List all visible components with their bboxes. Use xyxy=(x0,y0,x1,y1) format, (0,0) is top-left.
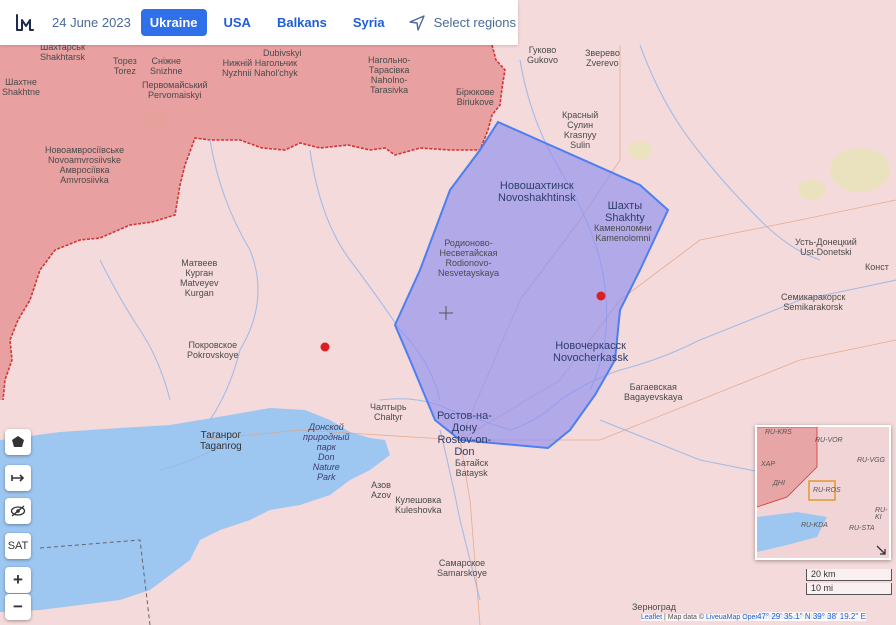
zoom-out-button[interactable]: − xyxy=(5,594,31,620)
scale-bar-mi: 10 mi xyxy=(806,583,892,595)
place-label-ust-donetski: Усть-Донецкий Ust-Donetski xyxy=(795,237,857,257)
eye-slash-icon xyxy=(10,505,26,517)
place-label-bataysk: Батайск Bataysk xyxy=(455,458,489,478)
minimap-label: RU-STA xyxy=(849,525,875,532)
place-label-nyzhnii-naholchyk: Нижній Нагольчик Nyzhnii Nahol'chyk xyxy=(222,58,298,78)
place-label-torez: Торез Torez xyxy=(113,56,137,76)
place-label-matveyev-kurgan: Матвеев Курган Matveyev Kurgan xyxy=(180,258,219,298)
place-label-taganrog: Таганрог Taganrog xyxy=(200,430,242,452)
top-bar: 24 June 2023 Ukraine USA Balkans Syria S… xyxy=(0,0,518,45)
minimap-label: RU-VGG xyxy=(857,457,885,464)
place-label-zernograd: Зерноград xyxy=(632,602,676,612)
event-marker[interactable] xyxy=(596,291,606,301)
cursor-coordinates: 47° 29' 35.1'' N 39° 38' 19.2'' E xyxy=(757,612,866,621)
minimap-label: RU-ROS xyxy=(813,487,841,494)
place-label-don-nature-park: Донской природный парк Don Nature Park xyxy=(303,422,350,482)
place-label-pervomaiskyi: Первомайський Pervomaiskyi xyxy=(142,80,208,100)
tab-balkans[interactable]: Balkans xyxy=(268,9,336,36)
tab-syria[interactable]: Syria xyxy=(344,9,394,36)
scale-bar-km: 20 km xyxy=(806,569,892,581)
event-marker[interactable] xyxy=(320,342,330,352)
place-label-shakhty: Шахты Shakhty xyxy=(605,200,645,224)
place-label-snizhne: Сніжне Snizhne xyxy=(150,56,183,76)
place-label-semikarakorsk: Семикаракорск Semikarakorsk xyxy=(781,292,846,312)
select-regions-label: Select regions xyxy=(433,15,517,30)
zoom-in-button[interactable]: + xyxy=(5,567,31,593)
layers-icon xyxy=(12,436,24,447)
attribution-text: | Map data © xyxy=(662,614,706,621)
layers-button[interactable] xyxy=(5,429,31,455)
minimap-label: RU-KRS xyxy=(765,429,792,436)
liveuamap-link[interactable]: LiveuaMap xyxy=(706,614,740,621)
minimap-label: RU-KDA xyxy=(801,522,828,529)
place-label-chaltyr: Чалтырь Chaltyr xyxy=(370,402,407,422)
toggle-panel-button[interactable] xyxy=(5,465,31,491)
minimap-collapse-icon[interactable] xyxy=(876,545,886,555)
minimap-label: ХАР xyxy=(761,461,776,468)
liveuamap-logo-icon[interactable] xyxy=(14,12,36,34)
leaflet-link[interactable]: Leaflet xyxy=(641,614,662,621)
place-label-konst: Конст xyxy=(865,262,889,272)
place-label-biriukove: Бірюкове Biriukove xyxy=(456,87,495,107)
place-label-samarskoye: Самарское Samarskoye xyxy=(437,558,488,578)
place-label-shakhtarsk: Шахтарськ Shakhtarsk xyxy=(40,42,86,62)
place-label-rodionovo: Родионово- Несветайская Rodionovo- Nesvetay… xyxy=(438,238,500,278)
place-label-pokrovskoye: Покровское Pokrovskoye xyxy=(187,340,239,360)
place-label-gukovo: Гуково Gukovo xyxy=(527,45,559,65)
place-label-krasny-sulin: Красный Сулин Krasnyy Sulin xyxy=(562,110,599,150)
place-label-azov: Азов Azov xyxy=(371,480,392,500)
select-regions-button[interactable]: Select regions xyxy=(408,14,516,32)
minimap-label: RU-KI xyxy=(875,507,888,521)
place-label-zverevo: Зверево Zverevo xyxy=(585,48,620,68)
place-label-shakhtne: Шахтне Shakhtne xyxy=(2,77,41,97)
arrows-icon xyxy=(11,474,25,482)
tab-usa[interactable]: USA xyxy=(215,9,260,36)
place-label-kamenolomni: Каменоломни Kamenolomni xyxy=(594,223,652,243)
minimap[interactable]: RU-KRS RU-VOR ХАР RU-VGG ДНІ RU-ROS RU-K… xyxy=(755,425,891,560)
place-label-novocherkassk: Новочеркасск Novocherkassk xyxy=(553,340,629,364)
place-label-novoamvrosiivske: Новоамвросіївське Novoamvrosiivske Амвросі… xyxy=(45,145,125,185)
place-label-novoshakhtinsk: Новошахтинск Novoshakhtinsk xyxy=(498,180,576,204)
place-label-rostov-on-don: Ростов-на- Дону Rostov-on- Don xyxy=(437,410,492,458)
minimap-label: RU-VOR xyxy=(815,437,843,444)
tab-ukraine[interactable]: Ukraine xyxy=(140,9,207,36)
place-label-kuleshovka: Кулешовка Kuleshovka xyxy=(395,495,442,515)
date-label[interactable]: 24 June 2023 xyxy=(52,15,131,30)
navigation-arrow-icon xyxy=(408,14,425,31)
satellite-toggle-button[interactable]: SAT xyxy=(5,533,31,559)
place-label-dubivskyi: Dubivskyi xyxy=(263,48,302,58)
place-label-naholno-tarasivka: Нагольно- Тарасівка Naholno- Tarasivka xyxy=(368,55,411,95)
place-label-bagaevskaya: Багаевская Bagayevskaya xyxy=(624,382,683,402)
hide-button[interactable] xyxy=(5,498,31,524)
minimap-label: ДНІ xyxy=(773,480,785,487)
